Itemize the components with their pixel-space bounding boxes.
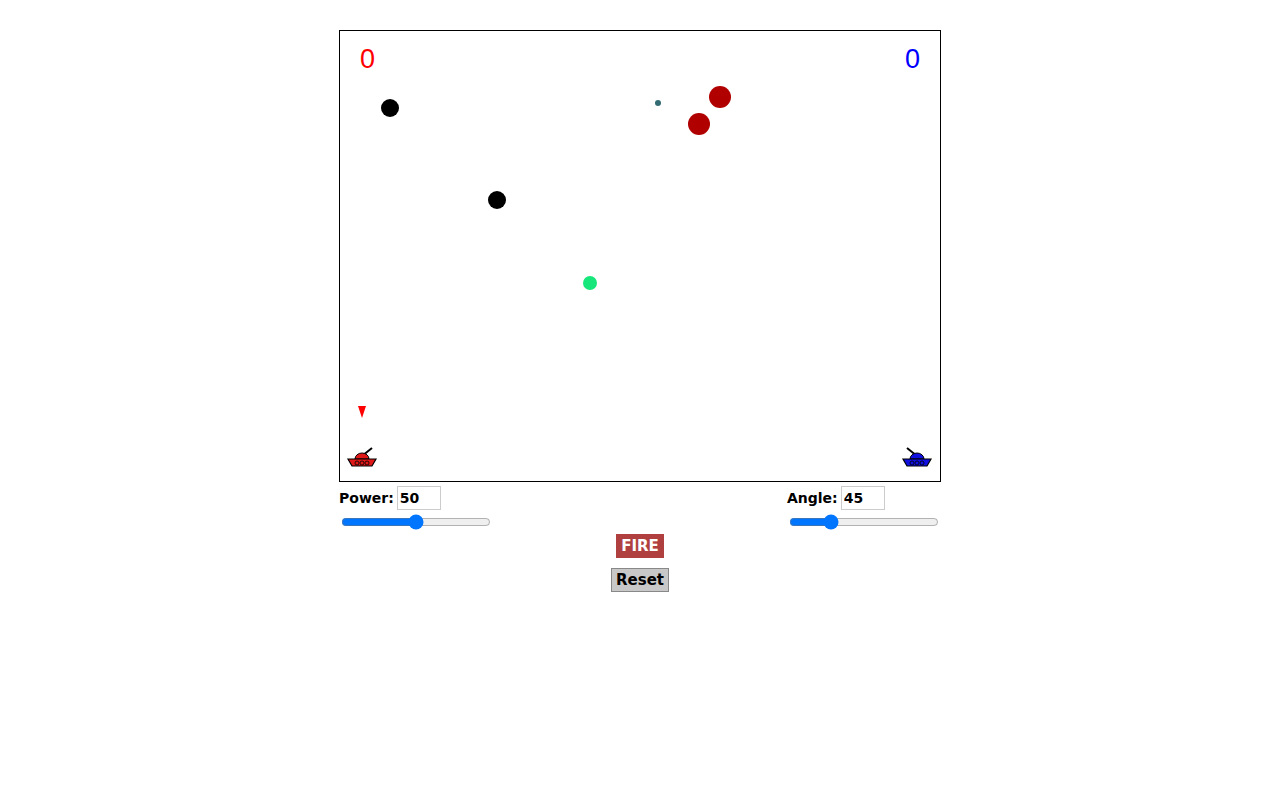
game-page: 00Power:Angle:FIREReset	[339, 30, 941, 592]
turn-marker-icon	[358, 406, 366, 418]
planet	[583, 276, 597, 290]
value-input[interactable]	[841, 486, 885, 510]
controls-row: Power: Angle:	[339, 482, 941, 530]
tank-icon	[346, 446, 378, 468]
planet	[488, 191, 506, 209]
planet	[381, 99, 399, 117]
player-score: 0	[360, 43, 375, 75]
fire-button[interactable]: FIRE	[616, 534, 664, 558]
game-canvas[interactable]: 00	[339, 30, 941, 482]
tank-icon	[901, 446, 933, 468]
control-label: Power:	[339, 490, 394, 506]
planet	[688, 113, 710, 135]
control-group: Power:	[339, 486, 493, 530]
reset-button[interactable]: Reset	[611, 568, 669, 592]
control-group: Angle:	[787, 486, 941, 530]
value-input[interactable]	[397, 486, 441, 510]
player-score: 0	[905, 43, 920, 75]
button-column: FIRE Reset	[339, 534, 941, 592]
scoreboard: 00	[340, 31, 940, 75]
control-label: Angle:	[787, 490, 838, 506]
control-slider[interactable]	[341, 514, 491, 530]
control-slider[interactable]	[789, 514, 939, 530]
planet	[709, 86, 731, 108]
planet	[655, 100, 661, 106]
